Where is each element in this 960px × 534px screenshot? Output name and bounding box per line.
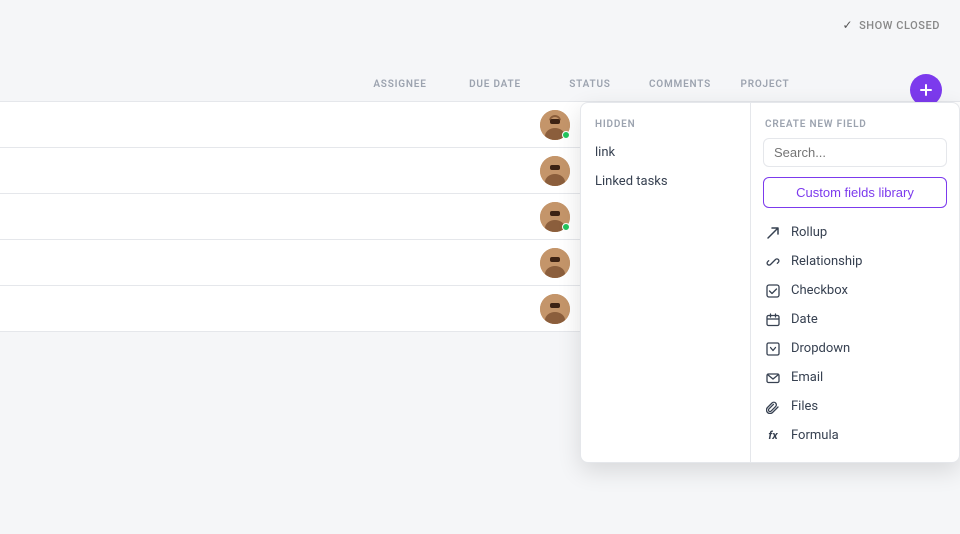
hidden-fields-panel: HIDDEN link Linked tasks [581, 103, 751, 462]
field-type-label: Formula [791, 428, 839, 443]
col-header-project: PROJECT [725, 79, 805, 90]
field-type-label: Email [791, 370, 823, 385]
avatar-wrapper [540, 110, 570, 140]
avatar-wrapper [540, 248, 570, 278]
col-header-assignee: ASSIGNEE [355, 79, 445, 90]
avatar [540, 294, 570, 324]
col-header-due-date: DUE DATE [445, 79, 545, 90]
field-type-label: Relationship [791, 254, 862, 269]
column-headers: ASSIGNEE DUE DATE STATUS COMMENTS PROJEC… [0, 68, 960, 102]
field-type-email[interactable]: Email [751, 363, 959, 392]
create-section-title: CREATE NEW FIELD [751, 115, 959, 138]
col-header-comments: COMMENTS [635, 79, 725, 90]
dropdown-icon [765, 342, 781, 356]
formula-icon: fx [765, 429, 781, 442]
checkbox-icon [765, 284, 781, 298]
hidden-item-linked-tasks[interactable]: Linked tasks [581, 167, 750, 196]
avatar-svg [540, 156, 570, 186]
avatar-wrapper [540, 294, 570, 324]
field-type-label: Dropdown [791, 341, 850, 356]
field-type-formula[interactable]: fx Formula [751, 421, 959, 450]
top-bar: ✓ SHOW CLOSED [0, 0, 960, 50]
field-type-label: Files [791, 399, 818, 414]
field-type-dropdown[interactable]: Dropdown [751, 334, 959, 363]
show-closed-label: SHOW CLOSED [859, 19, 940, 32]
status-dot [562, 131, 570, 139]
field-type-files[interactable]: Files [751, 392, 959, 421]
avatar-wrapper [540, 156, 570, 186]
search-input[interactable] [763, 138, 947, 167]
date-icon [765, 313, 781, 327]
files-icon [765, 400, 781, 414]
field-type-date[interactable]: Date [751, 305, 959, 334]
check-icon: ✓ [842, 18, 853, 32]
plus-icon [918, 82, 934, 98]
custom-fields-library-button[interactable]: Custom fields library [763, 177, 947, 208]
avatar-svg [540, 294, 570, 324]
field-type-label: Date [791, 312, 818, 327]
field-type-rollup[interactable]: Rollup [751, 218, 959, 247]
email-icon [765, 371, 781, 385]
field-type-label: Rollup [791, 225, 827, 240]
field-type-relationship[interactable]: Relationship [751, 247, 959, 276]
status-dot [562, 223, 570, 231]
field-type-checkbox[interactable]: Checkbox [751, 276, 959, 305]
avatar-svg [540, 248, 570, 278]
col-header-status: STATUS [545, 79, 635, 90]
field-type-label: Checkbox [791, 283, 848, 298]
hidden-item-link[interactable]: link [581, 138, 750, 167]
avatar-wrapper [540, 202, 570, 232]
search-wrap [751, 138, 959, 177]
relationship-icon [765, 255, 781, 269]
avatar [540, 248, 570, 278]
rollup-icon [765, 226, 781, 240]
show-closed-toggle[interactable]: ✓ SHOW CLOSED [842, 18, 940, 32]
create-field-panel: CREATE NEW FIELD Custom fields library R… [751, 103, 959, 462]
hidden-section-title: HIDDEN [581, 115, 750, 138]
avatar [540, 156, 570, 186]
field-picker-dropdown: HIDDEN link Linked tasks CREATE NEW FIEL… [580, 102, 960, 463]
